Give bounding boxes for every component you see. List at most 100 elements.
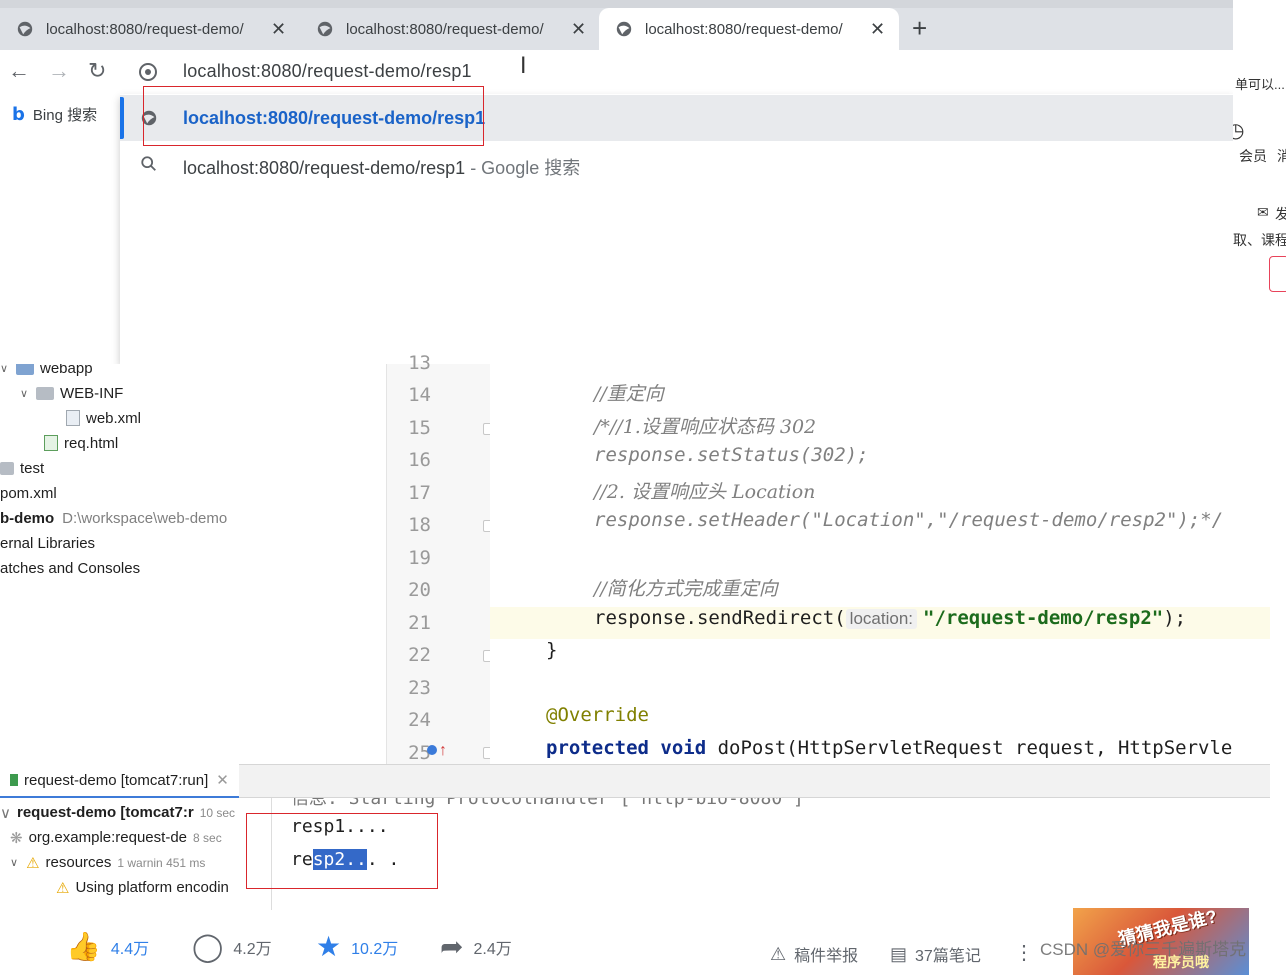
report-button[interactable]: ⚠ 稿件举报 <box>770 942 858 966</box>
suggestion-text: localhost:8080/request-demo/resp1 - Goog… <box>183 154 580 180</box>
run-tree-label: resources <box>45 854 112 871</box>
share-button[interactable]: ➦ 2.4万 <box>440 930 512 963</box>
bookmark-bing[interactable]: Bing 搜索 <box>33 104 97 125</box>
line-number: 16 <box>408 449 431 471</box>
more-icon[interactable]: ⋮ <box>1014 940 1034 965</box>
comment: //简化方式完成重定向 <box>594 578 778 600</box>
code-line-24: @Override <box>546 704 1270 736</box>
new-tab-button[interactable]: + <box>912 14 927 42</box>
run-tree-item[interactable]: ❋ org.example:request-de 8 sec <box>10 825 222 850</box>
tree-label: atches and Consoles <box>0 559 141 577</box>
chevron-down-icon: ∨ <box>10 857 19 869</box>
code-line-22: } <box>546 639 1270 671</box>
tree-label: test <box>20 459 45 477</box>
folder-icon <box>0 461 14 475</box>
code-line-25: protected void doPost(HttpServletRequest… <box>546 737 1270 764</box>
chevron-down-icon: ∨ <box>0 364 9 375</box>
page-text: 发 <box>1275 206 1286 222</box>
run-tree-label: request-demo [tomcat7:r <box>16 804 194 821</box>
xml-file-icon <box>66 410 80 426</box>
favorite-count: 10.2万 <box>351 940 399 958</box>
run-tab[interactable]: request-demo [tomcat7:run] ✕ <box>0 764 239 798</box>
forward-icon[interactable]: → <box>48 58 70 84</box>
line-number: 15 <box>408 417 431 439</box>
tree-item-test[interactable]: test <box>0 456 44 480</box>
reload-icon[interactable]: ↻ <box>88 58 106 84</box>
html-file-icon <box>44 435 58 451</box>
text-cursor-icon: I <box>520 54 527 79</box>
like-button[interactable]: 👍 4.4万 <box>66 930 149 963</box>
tree-item-scratches[interactable]: atches and Consoles <box>0 556 140 580</box>
tree-item-req-html[interactable]: req.html <box>44 431 118 455</box>
override-gutter-icon[interactable] <box>427 745 437 755</box>
favorite-button[interactable]: ★ 10.2万 <box>316 930 398 963</box>
globe-icon <box>17 21 33 37</box>
tree-label: pom.xml <box>0 484 57 502</box>
code-editor[interactable]: //重定向 /*//1.设置响应状态码 302 response.setStat… <box>490 364 1270 764</box>
line-number: 13 <box>408 352 431 374</box>
tab-3-active[interactable]: localhost:8080/request-demo/ ✕ <box>599 8 899 50</box>
close-icon[interactable]: ✕ <box>271 19 286 40</box>
tree-label: req.html <box>64 434 119 452</box>
line-number: 20 <box>408 579 431 601</box>
like-count: 4.4万 <box>110 940 150 958</box>
tab-title: localhost:8080/request-demo/ <box>346 20 544 38</box>
tree-item-pom[interactable]: pom.xml <box>0 481 57 505</box>
coin-icon: ◯ <box>192 930 224 963</box>
selection-indicator <box>120 97 124 139</box>
up-arrow-icon: ↑ <box>439 742 447 759</box>
tree-item-web-inf[interactable]: ∨ WEB-INF <box>20 381 123 405</box>
keyword: protected void <box>546 737 707 759</box>
line-number: 18 <box>408 514 431 536</box>
code-line-20: //简化方式完成重定向 <box>594 574 1270 606</box>
code-token: } <box>546 639 558 661</box>
run-icon <box>10 774 18 786</box>
code-line-14: //重定向 <box>594 379 1270 411</box>
tree-item-libraries[interactable]: ernal Libraries <box>0 531 95 555</box>
code-line-18: response.setHeader("Location","/request-… <box>594 509 1270 541</box>
close-icon[interactable]: ✕ <box>870 19 885 40</box>
share-count: 2.4万 <box>473 940 512 958</box>
annotation-box-console <box>246 813 438 889</box>
folder-icon <box>16 364 34 375</box>
suggestion-search[interactable]: localhost:8080/request-demo/resp1 - Goog… <box>120 141 1233 187</box>
tree-item-webapp[interactable]: ∨ webapp <box>0 364 93 380</box>
watermark: CSDN @爱你三千遍斯塔克 <box>1040 940 1247 959</box>
warning-icon: ⚠ <box>56 879 70 897</box>
run-time: 8 sec <box>193 830 222 845</box>
address-input[interactable]: localhost:8080/request-demo/resp1 <box>183 61 472 82</box>
coin-button[interactable]: ◯ 4.2万 <box>192 930 272 963</box>
page-button[interactable] <box>1269 256 1286 292</box>
suggestion-suffix: - Google 搜索 <box>465 158 581 178</box>
annotation-box-url <box>143 86 484 146</box>
module-path: D:\workspace\web-demo <box>62 509 228 527</box>
notes-button[interactable]: ▤ 37篇笔记 <box>890 942 981 966</box>
tab-1[interactable]: localhost:8080/request-demo/ ✕ <box>0 8 298 50</box>
run-tab-label: request-demo [tomcat7:run] <box>24 771 209 789</box>
line-number: 23 <box>408 677 431 699</box>
tree-label: WEB-INF <box>60 384 124 402</box>
tree-item-module[interactable]: b-demo D:\workspace\web-demo <box>0 506 227 530</box>
tab-2[interactable]: localhost:8080/request-demo/ ✕ <box>300 8 598 50</box>
close-icon[interactable]: ✕ <box>571 19 586 40</box>
code-token: doPost(HttpServletRequest request, HttpS… <box>706 737 1233 759</box>
tab-title: localhost:8080/request-demo/ <box>46 20 244 38</box>
run-tree-item[interactable]: ⚠ Using platform encodin <box>56 875 229 900</box>
bing-icon: b <box>12 103 25 125</box>
close-icon[interactable]: ✕ <box>216 771 229 789</box>
run-tree: ∨ request-demo [tomcat7:r 10 sec ❋ org.exam… <box>0 798 272 910</box>
back-icon[interactable]: ← <box>8 58 30 84</box>
tree-label: ernal Libraries <box>0 534 96 552</box>
run-tree-root[interactable]: ∨ request-demo [tomcat7:r 10 sec <box>0 800 235 825</box>
notes-icon: ▤ <box>890 943 908 964</box>
code-line-15: /*//1.设置响应状态码 302 <box>594 412 1270 444</box>
line-number: 17 <box>408 482 431 504</box>
tab-title: localhost:8080/request-demo/ <box>645 20 843 38</box>
vip-icon: ◷ <box>1233 120 1245 142</box>
editor-gutter: 13 14 15 16 17 18 19 20 21 22 23 24 25 ↑ <box>386 352 495 764</box>
run-tree-item[interactable]: ∨ ⚠ resources 1 warnin 451 ms <box>10 850 205 875</box>
run-tree-label: org.example:request-de <box>28 829 188 846</box>
console-line: 信息: Starting ProtocolHandler ["http-bio-… <box>291 798 804 809</box>
comment: response.setHeader("Location","/request-… <box>594 509 1224 531</box>
tree-item-web-xml[interactable]: web.xml <box>66 406 141 430</box>
